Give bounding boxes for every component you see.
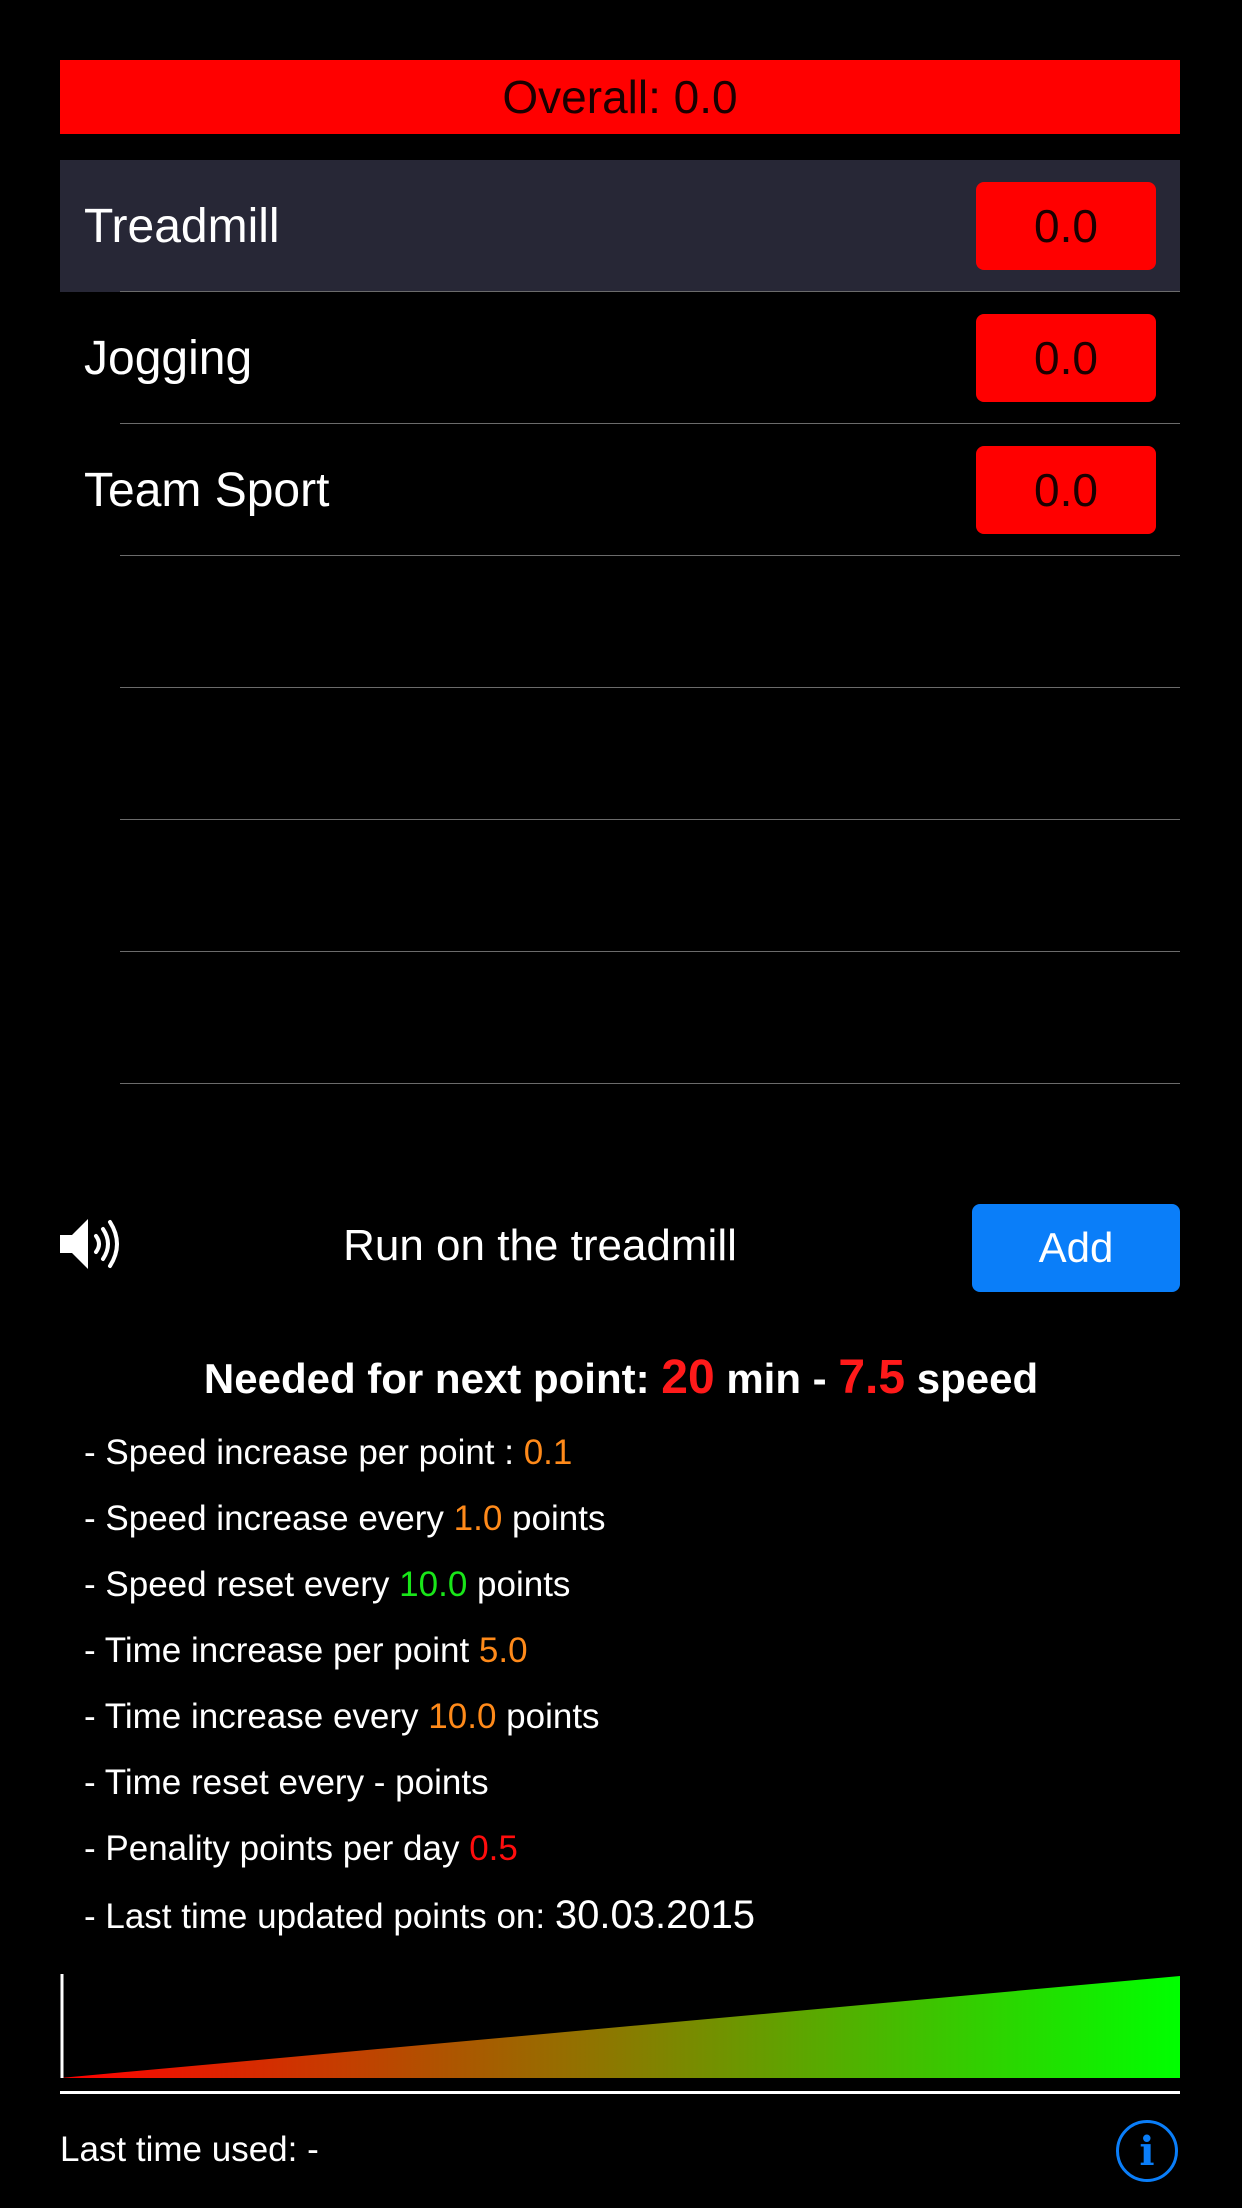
activity-row-treadmill[interactable]: Treadmill 0.0 [60,160,1180,292]
needed-min-label: min - [726,1355,827,1402]
activity-score-badge: 0.0 [976,182,1156,270]
detail-label: - Time increase every [84,1697,419,1736]
detail-label: - Last time updated points on: [84,1897,546,1936]
detail-suffix: points [512,1499,606,1538]
progress-wedge-fill [60,1976,1180,2078]
activity-score-badge: 0.0 [976,314,1156,402]
speed-increase-per-point-line: - Speed increase per point : 0.1 [84,1428,755,1494]
detail-value: 1.0 [453,1499,503,1538]
needed-speed: 7.5 [838,1351,906,1404]
activity-row-jogging[interactable]: Jogging 0.0 [60,292,1180,424]
time-increase-every-line: - Time increase every 10.0 points [84,1692,755,1758]
activity-row-team-sport[interactable]: Team Sport 0.0 [60,424,1180,556]
detail-suffix: points [506,1697,600,1736]
overall-score-bar: Overall: 0.0 [60,60,1180,134]
progress-wedge [60,1974,1180,2078]
info-glyph: i [1139,2127,1155,2175]
penalty-per-day-line: - Penality points per day 0.5 [84,1824,755,1890]
time-reset-every-line: - Time reset every - points [84,1758,755,1824]
needed-prefix: Needed for next point: [203,1355,650,1402]
activity-title: Run on the treadmill [343,1221,737,1270]
activity-list: Treadmill 0.0 Jogging 0.0 Team Sport 0.0 [60,160,1180,1084]
footer-divider [60,2091,1180,2094]
speed-increase-every-line: - Speed increase every 1.0 points [84,1494,755,1560]
overall-score-label: Overall: 0.0 [502,71,738,123]
empty-row[interactable] [60,820,1180,952]
detail-label: - Time increase per point [84,1631,470,1670]
detail-label: - Speed reset every [84,1565,390,1604]
detail-label: - Speed increase per point : [84,1433,514,1472]
add-button[interactable]: Add [972,1204,1180,1292]
empty-row[interactable] [60,952,1180,1084]
time-increase-per-point-line: - Time increase per point 5.0 [84,1626,755,1692]
detail-value: 10.0 [428,1697,497,1736]
speaker-icon[interactable] [58,1216,124,1272]
detail-suffix: points [477,1565,571,1604]
rule-details: - Speed increase per point : 0.1 - Speed… [84,1428,755,1956]
detail-label: - Speed increase every [84,1499,444,1538]
last-time-used: Last time used: - [60,2130,319,2169]
last-updated-line: - Last time updated points on: 30.03.201… [84,1890,755,1956]
detail-value: 5.0 [478,1631,528,1670]
needed-minutes: 20 [661,1351,715,1404]
last-updated-date: 30.03.2015 [554,1893,756,1937]
empty-row[interactable] [60,556,1180,688]
needed-speed-label: speed [916,1355,1039,1402]
detail-label: - Time reset every - points [84,1763,489,1802]
row-divider [120,1083,1180,1084]
info-icon[interactable]: i [1116,2120,1178,2182]
activity-name: Team Sport [84,463,330,517]
speed-reset-every-line: - Speed reset every 10.0 points [84,1560,755,1626]
empty-row[interactable] [60,688,1180,820]
detail-value: 0.5 [469,1829,518,1868]
detail-value: 10.0 [399,1565,468,1604]
detail-value: 0.1 [523,1433,573,1472]
activity-name: Treadmill [84,199,280,253]
activity-score-badge: 0.0 [976,446,1156,534]
activity-name: Jogging [84,331,253,385]
needed-for-next-point: Needed for next point: 20 min - 7.5 spee… [0,1350,1242,1405]
detail-label: - Penality points per day [84,1829,460,1868]
